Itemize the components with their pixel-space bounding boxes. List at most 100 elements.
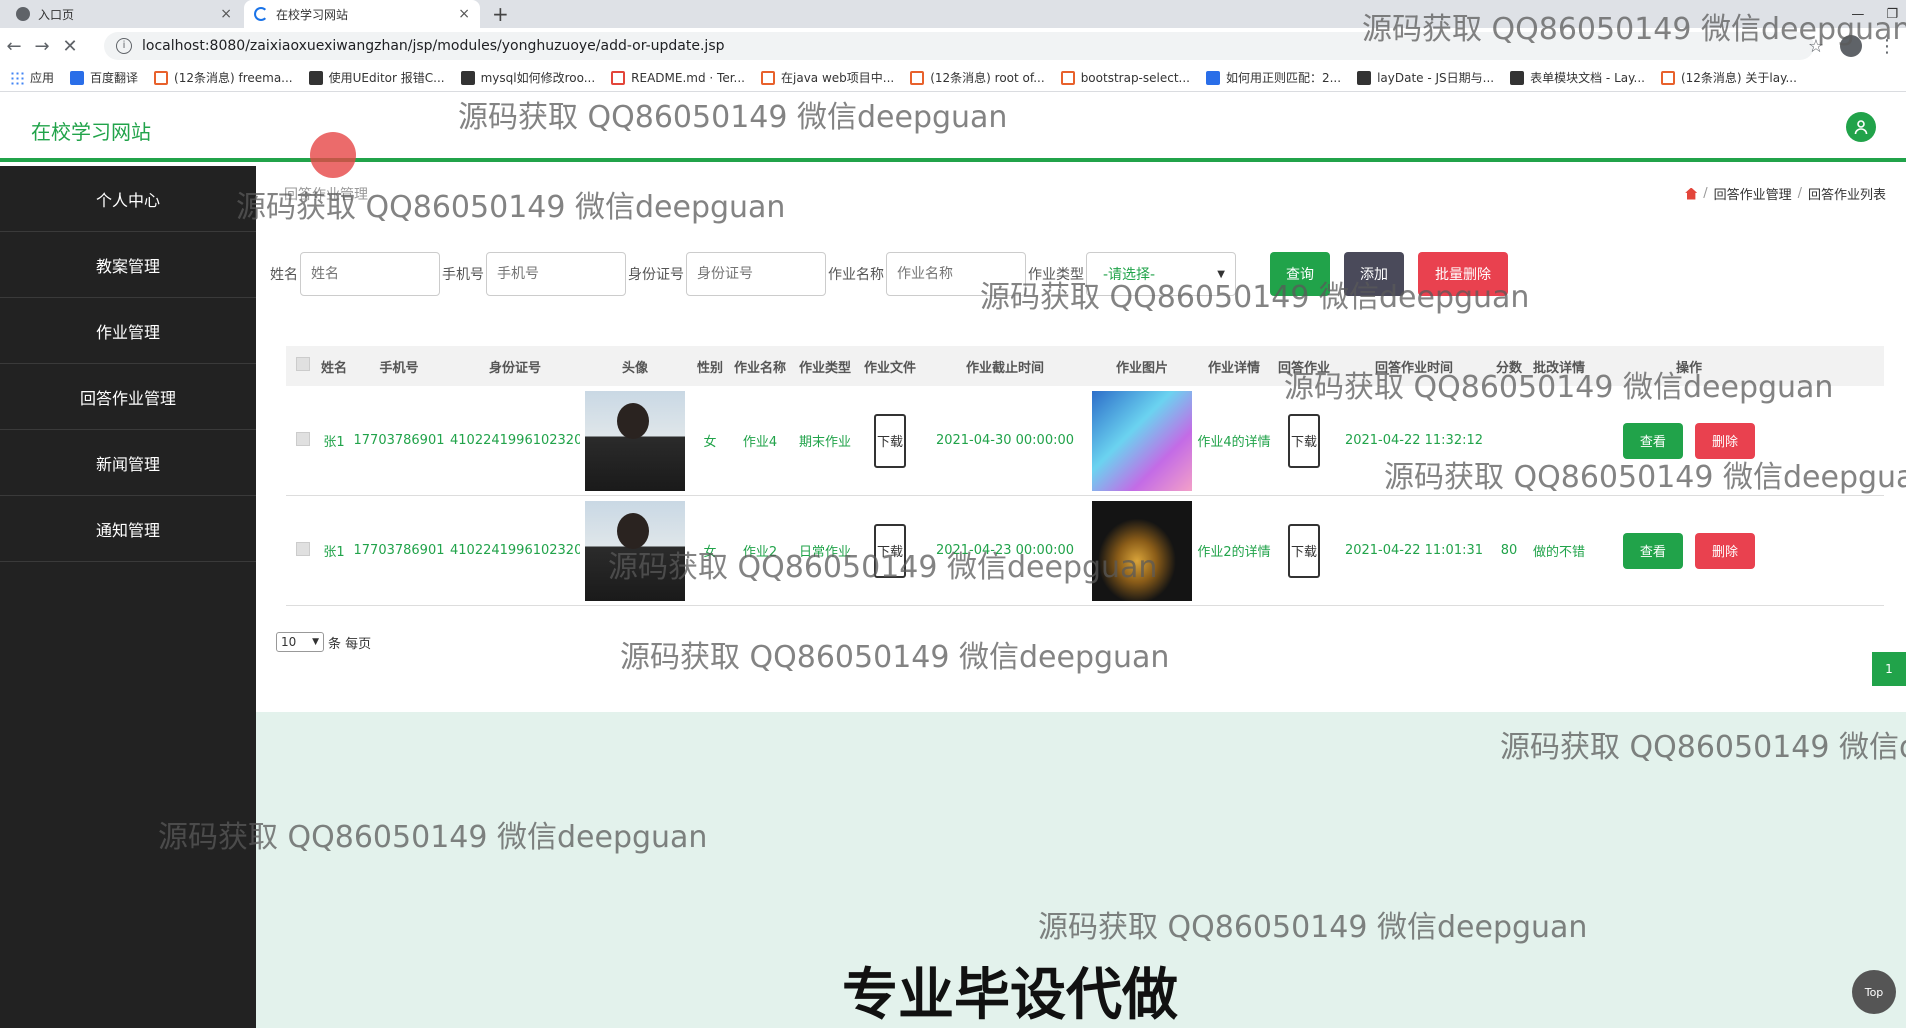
forward-icon[interactable]: → bbox=[28, 36, 56, 57]
col-work-file: 作业文件 bbox=[863, 360, 916, 376]
minimize-icon[interactable]: — bbox=[1851, 7, 1864, 22]
layui-icon bbox=[1510, 70, 1525, 85]
cell-score: 80 bbox=[1500, 543, 1518, 558]
id-number-input[interactable] bbox=[686, 252, 826, 296]
app-header: 在校学习网站 bbox=[0, 92, 1906, 162]
sidebar-item-answers[interactable]: 回答作业管理 bbox=[0, 364, 256, 430]
cell-phone: 17703786901 bbox=[353, 433, 445, 448]
download-work-button[interactable]: 下载 bbox=[874, 413, 906, 468]
table-row: 张1 17703786901 410224199610232001 女 作业4 … bbox=[286, 386, 1884, 496]
table-row: 张1 17703786901 410224199610232001 女 作业2 … bbox=[286, 496, 1884, 606]
cell-work-type: 期末作业 bbox=[798, 435, 851, 450]
breadcrumb-separator: / bbox=[1703, 186, 1708, 201]
row-checkbox[interactable] bbox=[296, 431, 310, 446]
layui-icon bbox=[1357, 70, 1372, 85]
page-heading: 回答作业管理 bbox=[284, 187, 368, 203]
cell-avatar bbox=[580, 390, 690, 491]
bookmark-label: 使用UEditor 报错C... bbox=[328, 71, 445, 85]
table-header: 姓名 手机号 身份证号 头像 性别 作业名称 作业类型 作业文件 作业截止时间 … bbox=[286, 346, 1884, 386]
work-type-label: 作业类型 bbox=[1028, 267, 1084, 283]
gitee-icon bbox=[611, 70, 626, 85]
delete-button[interactable]: 删除 bbox=[1695, 532, 1756, 569]
browser-tabbar: 入口页 × 在校学习网站 × + — ❐ bbox=[0, 0, 1906, 28]
back-to-top-button[interactable]: Top bbox=[1852, 970, 1896, 1014]
answers-table: 姓名 手机号 身份证号 头像 性别 作业名称 作业类型 作业文件 作业截止时间 … bbox=[286, 346, 1884, 606]
csdn-icon bbox=[1660, 70, 1675, 85]
cell-answer: 下载 bbox=[1274, 413, 1334, 468]
new-tab-button[interactable]: + bbox=[492, 2, 509, 26]
csdn-icon bbox=[761, 70, 775, 85]
add-button[interactable]: 添加 bbox=[1344, 252, 1404, 296]
address-bar-actions: ☆ ⋮ bbox=[1808, 28, 1896, 64]
page-size-value: 10 bbox=[281, 635, 297, 649]
bookmark-item[interactable]: 百度翻译 bbox=[70, 69, 138, 86]
bookmark-item[interactable]: layDate - JS日期与... bbox=[1357, 69, 1494, 86]
cell-work-image bbox=[1090, 500, 1194, 601]
site-title[interactable]: 在校学习网站 bbox=[31, 116, 151, 145]
cell-work-file: 下载 bbox=[860, 523, 920, 578]
page-number-button[interactable]: 1 bbox=[1872, 652, 1906, 686]
select-all-checkbox[interactable] bbox=[296, 357, 310, 371]
bookmark-item[interactable]: 如何用正则匹配：2... bbox=[1205, 69, 1341, 86]
url-input[interactable]: i localhost:8080/zaixiaoxuexiwangzhan/js… bbox=[104, 32, 1814, 60]
work-name-input[interactable] bbox=[886, 252, 1026, 296]
bookmark-item[interactable]: 使用UEditor 报错C... bbox=[308, 69, 445, 86]
browser-tab-entry[interactable]: 入口页 × bbox=[6, 0, 242, 28]
name-input[interactable] bbox=[300, 252, 440, 296]
tab-title: 在校学习网站 bbox=[276, 7, 349, 22]
bookmark-item[interactable]: bootstrap-select... bbox=[1060, 70, 1190, 85]
phone-input[interactable] bbox=[486, 252, 626, 296]
user-glyph bbox=[1854, 120, 1868, 135]
close-icon[interactable]: × bbox=[458, 6, 470, 22]
bookmark-label: layDate - JS日期与... bbox=[1377, 71, 1495, 85]
home-icon[interactable] bbox=[1685, 187, 1698, 200]
breadcrumb-module[interactable]: 回答作业管理 bbox=[1714, 184, 1792, 203]
sidebar-item-notices[interactable]: 通知管理 bbox=[0, 496, 256, 562]
cell-avatar bbox=[580, 500, 690, 601]
work-type-value: -请选择- bbox=[1103, 267, 1156, 283]
reload-icon[interactable]: ✕ bbox=[56, 36, 84, 57]
cell-work-name: 作业2 bbox=[742, 545, 778, 560]
browser-tab-active[interactable]: 在校学习网站 × bbox=[244, 0, 480, 28]
bookmark-label: 表单模块文档 - Lay... bbox=[1530, 71, 1645, 85]
query-button[interactable]: 查询 bbox=[1270, 252, 1330, 296]
download-work-button[interactable]: 下载 bbox=[874, 523, 906, 578]
batch-delete-button[interactable]: 批量删除 bbox=[1418, 252, 1508, 296]
info-icon[interactable]: i bbox=[116, 38, 132, 54]
sidebar-item-news[interactable]: 新闻管理 bbox=[0, 430, 256, 496]
delete-button[interactable]: 删除 bbox=[1695, 422, 1756, 459]
row-select-cell bbox=[286, 431, 320, 450]
col-answer-time: 回答作业时间 bbox=[1374, 360, 1453, 376]
col-deadline: 作业截止时间 bbox=[965, 360, 1044, 376]
sidebar-item-lesson-plans[interactable]: 教案管理 bbox=[0, 232, 256, 298]
bookmark-item[interactable]: (12条消息) freema... bbox=[154, 69, 293, 86]
bookmark-item[interactable]: mysql如何修改roo... bbox=[460, 69, 595, 86]
restore-icon[interactable]: ❐ bbox=[1886, 7, 1898, 22]
id-number-label: 身份证号 bbox=[628, 267, 684, 283]
avatar-image bbox=[585, 390, 685, 491]
bookmark-item[interactable]: 在java web项目中... bbox=[761, 69, 894, 86]
row-checkbox[interactable] bbox=[296, 541, 310, 556]
user-icon[interactable] bbox=[1846, 112, 1876, 142]
bookmark-label: (12条消息) 关于lay... bbox=[1680, 71, 1797, 85]
bookmark-item[interactable]: README.md · Ter... bbox=[611, 70, 745, 85]
bookmark-item[interactable]: 表单模块文档 - Lay... bbox=[1510, 69, 1645, 86]
sidebar-item-homework[interactable]: 作业管理 bbox=[0, 298, 256, 364]
work-type-select[interactable]: -请选择- ▼ bbox=[1086, 252, 1236, 296]
download-answer-button[interactable]: 下载 bbox=[1288, 413, 1320, 468]
menu-dots-icon[interactable]: ⋮ bbox=[1878, 36, 1896, 57]
bookmark-item[interactable]: 应用 bbox=[10, 69, 54, 86]
bookmark-item[interactable]: (12条消息) 关于lay... bbox=[1660, 69, 1797, 86]
download-answer-button[interactable]: 下载 bbox=[1288, 523, 1320, 578]
bookmark-item[interactable]: (12条消息) root of... bbox=[910, 69, 1045, 86]
profile-icon[interactable] bbox=[1840, 35, 1862, 57]
cell-answer-time: 2021-04-22 11:01:31 bbox=[1344, 543, 1484, 558]
page-size-select[interactable]: 10 ▼ bbox=[276, 632, 324, 652]
globe-icon bbox=[16, 7, 30, 21]
star-icon[interactable]: ☆ bbox=[1808, 36, 1824, 57]
sidebar-item-personal-center[interactable]: 个人中心 bbox=[0, 166, 256, 232]
close-icon[interactable]: × bbox=[220, 6, 232, 22]
back-icon[interactable]: ← bbox=[0, 36, 28, 57]
view-button[interactable]: 查看 bbox=[1622, 532, 1683, 569]
view-button[interactable]: 查看 bbox=[1622, 422, 1683, 459]
